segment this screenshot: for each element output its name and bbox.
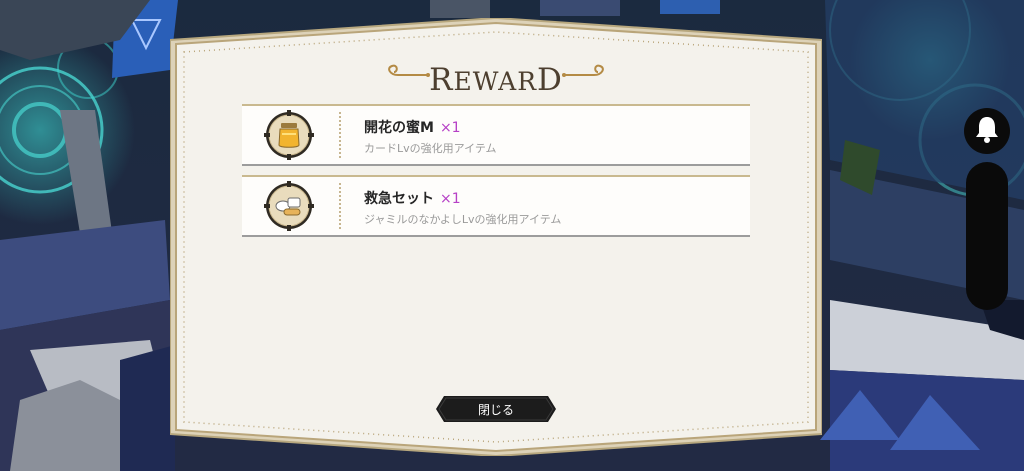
reward-dialog: REWARD 開花の蜜M ×1 カードLvの強化用アイテム 救急セット ×1 ジ… [170, 18, 822, 456]
honey-jar-icon [264, 110, 314, 160]
reward-item: 開花の蜜M ×1 カードLvの強化用アイテム [242, 104, 750, 166]
first-aid-kit-icon [264, 181, 314, 231]
dialog-title: REWARD [429, 62, 563, 98]
reward-quantity: ×1 [440, 191, 461, 207]
row-divider [339, 112, 341, 158]
reward-quantity: ×1 [439, 120, 461, 136]
reward-description: ジャミルのなかよしLvの強化用アイテム [364, 213, 562, 226]
close-button[interactable]: 閉じる [436, 396, 556, 422]
reward-description: カードLvの強化用アイテム [364, 142, 497, 155]
side-menu-bar[interactable] [966, 162, 1008, 310]
bell-icon [974, 115, 1000, 147]
reward-item: 救急セット ×1 ジャミルのなかよしLvの強化用アイテム [242, 175, 750, 237]
reward-name: 救急セット [364, 191, 434, 207]
notification-bell-button[interactable] [964, 108, 1010, 154]
row-divider [339, 183, 341, 229]
close-button-label: 閉じる [477, 402, 514, 417]
reward-name: 開花の蜜M [364, 120, 434, 136]
